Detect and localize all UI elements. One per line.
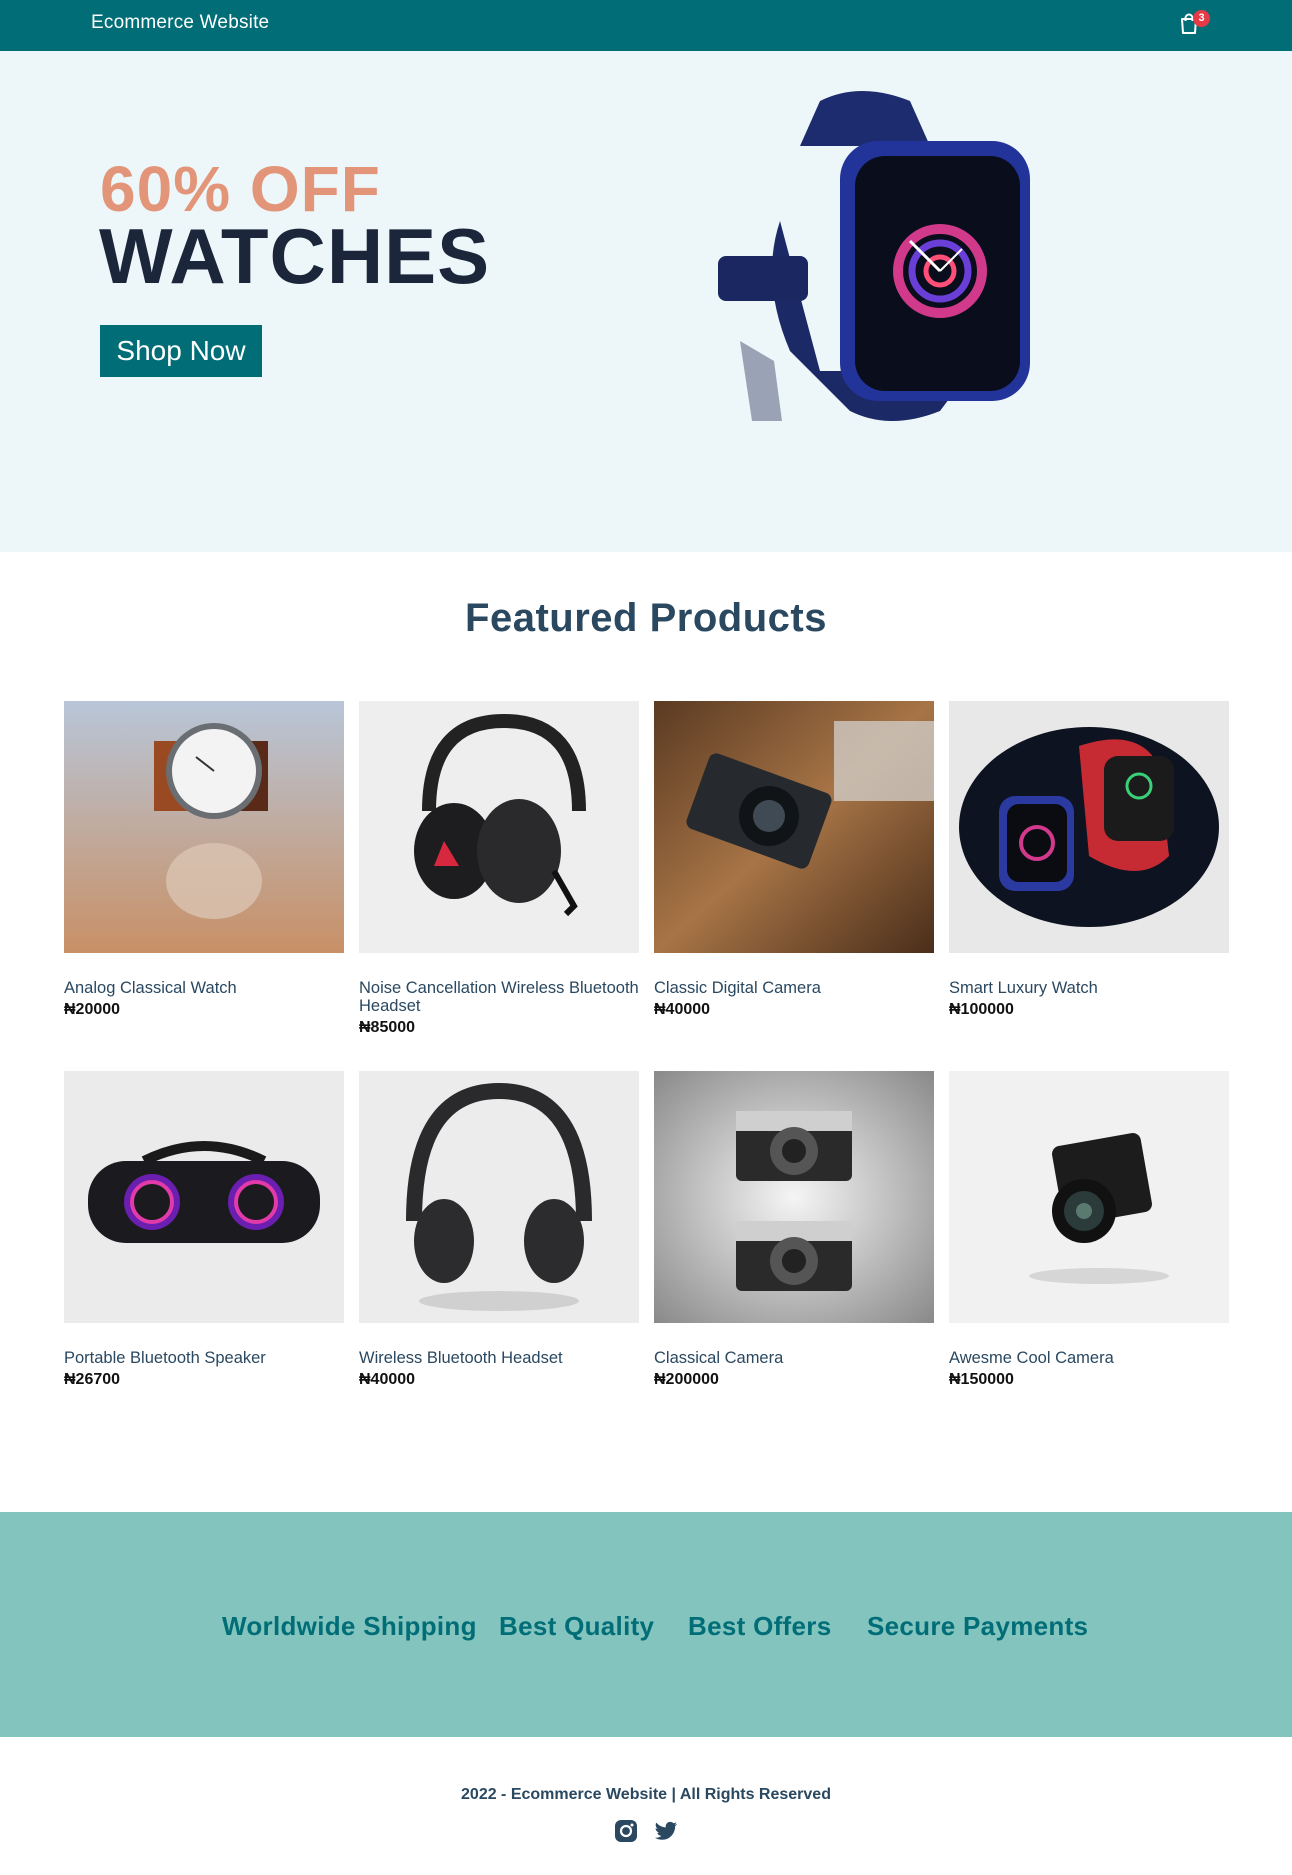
product-price: ₦100000 xyxy=(949,1001,1014,1018)
featured-products-heading: Featured Products xyxy=(465,596,827,640)
hero-banner: 60% OFF WATCHES Shop Now xyxy=(0,51,1292,552)
feature-secure-payments: Secure Payments xyxy=(867,1611,1089,1641)
product-card[interactable]: Awesme Cool Camera ₦150000 xyxy=(949,1071,1229,1389)
product-price: ₦26700 xyxy=(64,1371,121,1388)
product-card[interactable]: Analog Classical Watch ₦20000 xyxy=(64,701,344,1019)
product-price: ₦150000 xyxy=(949,1371,1014,1388)
product-image-classic-digital-camera[interactable] xyxy=(654,701,934,953)
product-image-awesome-cool-camera[interactable] xyxy=(949,1071,1229,1323)
smartwatch-hero-image xyxy=(718,91,1030,421)
product-card[interactable]: Portable Bluetooth Speaker ₦26700 xyxy=(64,1071,344,1389)
product-name[interactable]: Wireless Bluetooth Headset xyxy=(359,1349,639,1367)
product-price: ₦85000 xyxy=(359,1019,416,1036)
shop-now-button[interactable]: Shop Now xyxy=(100,325,262,377)
cart-count-badge: 3 xyxy=(1193,10,1210,27)
product-name[interactable]: Classical Camera xyxy=(654,1349,934,1367)
product-card[interactable]: Classical Camera ₦200000 xyxy=(654,1071,934,1389)
product-price: ₦40000 xyxy=(654,1001,711,1018)
feature-worldwide-shipping: Worldwide Shipping xyxy=(222,1611,477,1641)
product-image-bluetooth-speaker[interactable] xyxy=(64,1071,344,1323)
twitter-icon[interactable] xyxy=(653,1818,679,1844)
brand-logo[interactable]: Ecommerce Website xyxy=(91,12,269,34)
product-name[interactable]: Portable Bluetooth Speaker xyxy=(64,1349,344,1367)
product-image-smart-luxury-watch[interactable] xyxy=(949,701,1229,953)
product-name[interactable]: Analog Classical Watch xyxy=(64,979,344,997)
navbar: Ecommerce Website 3 xyxy=(0,0,1292,51)
product-name[interactable]: Noise Cancellation Wireless Bluetooth He… xyxy=(359,979,639,1015)
product-image-classical-camera[interactable] xyxy=(654,1071,934,1323)
hero-title: WATCHES xyxy=(99,212,491,300)
footer-copyright: 2022 - Ecommerce Website | All Rights Re… xyxy=(461,1786,831,1803)
feature-best-offers: Best Offers xyxy=(688,1611,832,1641)
product-price: ₦200000 xyxy=(654,1371,719,1388)
cart-button[interactable]: 3 xyxy=(1177,10,1211,40)
product-image-wireless-headset[interactable] xyxy=(359,1071,639,1323)
product-card[interactable]: Classic Digital Camera ₦40000 xyxy=(654,701,934,1019)
product-name[interactable]: Smart Luxury Watch xyxy=(949,979,1229,997)
feature-best-quality: Best Quality xyxy=(499,1611,655,1641)
product-card[interactable]: Wireless Bluetooth Headset ₦40000 xyxy=(359,1071,639,1389)
product-name[interactable]: Awesme Cool Camera xyxy=(949,1349,1229,1367)
product-price: ₦20000 xyxy=(64,1001,121,1018)
product-price: ₦40000 xyxy=(359,1371,416,1388)
product-card[interactable]: Smart Luxury Watch ₦100000 xyxy=(949,701,1229,1019)
product-card[interactable]: Noise Cancellation Wireless Bluetooth He… xyxy=(359,701,639,1037)
product-image-analog-watch[interactable] xyxy=(64,701,344,953)
product-name[interactable]: Classic Digital Camera xyxy=(654,979,934,997)
product-image-noise-cancellation-headset[interactable] xyxy=(359,701,639,953)
instagram-icon[interactable] xyxy=(613,1818,639,1844)
